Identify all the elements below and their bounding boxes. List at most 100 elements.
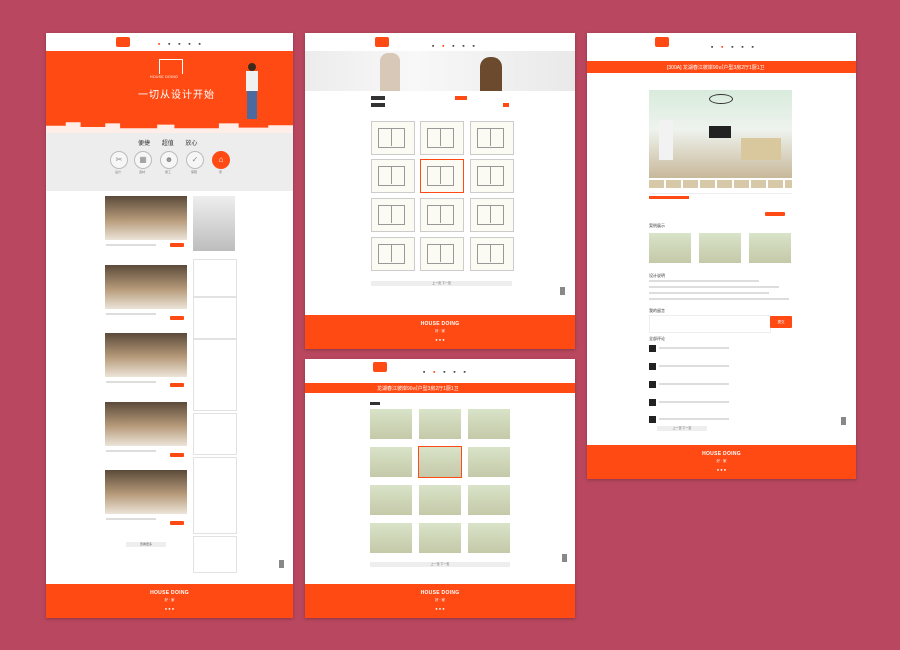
case-text-5: [106, 518, 156, 520]
case-thumb-1[interactable]: [105, 196, 187, 240]
back-to-top-button[interactable]: [279, 560, 284, 568]
step-label-home: 家: [219, 170, 223, 174]
related-thumb[interactable]: [699, 233, 741, 263]
brand-logo[interactable]: [116, 37, 130, 47]
footer-social-icons[interactable]: ● ● ●: [305, 606, 575, 611]
gallery-thumb[interactable]: [370, 447, 412, 477]
floorplan-card[interactable]: [371, 121, 415, 155]
brand-logo[interactable]: [375, 37, 389, 47]
design-text-line: [649, 286, 779, 288]
floorplan-card[interactable]: [371, 237, 415, 271]
comment-line: [659, 365, 729, 367]
footer-social-icons[interactable]: ● ● ●: [305, 337, 575, 342]
floorplan-card[interactable]: [371, 159, 415, 193]
hero-logo-text: HOUSE DOING: [150, 75, 179, 79]
sidebar-questions-box: [193, 413, 237, 455]
gallery-pager[interactable]: 上一页 下一页: [370, 562, 510, 567]
case-button-1[interactable]: [170, 243, 184, 247]
detail-info-box: [649, 193, 792, 220]
floorplan-card[interactable]: [420, 237, 464, 271]
gallery-tab[interactable]: [370, 402, 380, 405]
related-thumb[interactable]: [649, 233, 691, 263]
gallery-thumb[interactable]: [468, 523, 510, 553]
avatar: [649, 399, 656, 406]
detail-main-photo[interactable]: [649, 90, 792, 178]
floorplan-pager[interactable]: 上一页 下一页: [371, 281, 512, 286]
detail-related-heading: 案例展示: [649, 223, 665, 228]
sidebar-app-box: [193, 259, 237, 297]
avatar: [649, 381, 656, 388]
case-thumb-3[interactable]: [105, 333, 187, 377]
gallery-thumb[interactable]: [370, 523, 412, 553]
brand-logo[interactable]: [655, 37, 669, 47]
case-text-2: [106, 313, 156, 315]
step-label-material: 选材: [139, 170, 146, 174]
comments-heading: 全部评论: [649, 336, 665, 341]
case-button-2[interactable]: [170, 316, 184, 320]
detail-nav-links[interactable]: ■ ■ ■ ■ ■: [711, 45, 762, 49]
detail-thumb-strip[interactable]: [649, 180, 792, 188]
sidebar-partners-box: [193, 536, 237, 573]
design-text-line: [649, 292, 769, 294]
feature-assured: 放心: [185, 141, 198, 147]
comment-line: [659, 418, 729, 420]
gallery-thumb[interactable]: [468, 409, 510, 439]
step-label-design: 设计: [115, 170, 122, 174]
gallery-thumb[interactable]: [468, 485, 510, 515]
message-textarea[interactable]: [649, 315, 771, 333]
tools-icon[interactable]: ✂: [110, 151, 128, 169]
gallery-thumb-selected[interactable]: [418, 446, 462, 478]
back-to-top-button[interactable]: [560, 287, 565, 295]
floorplan-card[interactable]: [420, 121, 464, 155]
back-to-top-button[interactable]: [562, 554, 567, 562]
detail-page-panel: ■ ■ ■ ■ ■ [300A] 龙湖春江彼岸90㎡户型3房2厅1厨1卫 案例展示 设计…: [587, 33, 856, 479]
floorplan-card[interactable]: [420, 198, 464, 232]
case-button-5[interactable]: [170, 521, 184, 525]
case-thumb-5[interactable]: [105, 470, 187, 514]
case-button-4[interactable]: [170, 453, 184, 457]
back-to-top-button[interactable]: [841, 417, 846, 425]
gallery-title: 龙湖春江彼岸90㎡户型3房2厅1厨1卫: [377, 386, 459, 392]
floorplan-card[interactable]: [470, 121, 514, 155]
gallery-nav: ■ ■ ■ ■ ■: [305, 359, 575, 377]
case-thumb-4[interactable]: [105, 402, 187, 446]
gallery-thumb[interactable]: [370, 485, 412, 515]
avatar: [649, 345, 656, 352]
comments-pager[interactable]: 上一页 下一页: [657, 426, 707, 431]
case-thumb-2[interactable]: [105, 265, 187, 309]
gallery-thumb[interactable]: [419, 485, 461, 515]
gallery-page-panel: ■ ■ ■ ■ ■ 龙湖春江彼岸90㎡户型3房2厅1厨1卫 上一页 下一页 HOUSE …: [305, 359, 575, 618]
submit-message-button[interactable]: 提交: [770, 316, 792, 328]
floorplan-card[interactable]: [470, 159, 514, 193]
brand-logo[interactable]: [373, 362, 387, 372]
floorplan-page-panel: ■ ■ ■ ■ ■ 上一页 下一页 HOUSE DOING 好 · 家 ● ● ●: [305, 33, 575, 349]
step-label-guarantee: 保障: [191, 170, 198, 174]
related-thumb[interactable]: [749, 233, 791, 263]
floorplan-card-selected[interactable]: [420, 159, 464, 193]
floorplan-card[interactable]: [470, 237, 514, 271]
floorplan-nav-links[interactable]: ■ ■ ■ ■ ■: [432, 44, 483, 48]
gallery-thumb[interactable]: [370, 409, 412, 439]
filter-bar[interactable]: [371, 96, 511, 108]
home-more-link[interactable]: 查看更多: [126, 542, 166, 547]
floorplan-card[interactable]: [470, 198, 514, 232]
case-button-3[interactable]: [170, 383, 184, 387]
features-section: 便捷 超值 放心 ✂ ▦ ☻ ✓ ⌂ 设计 选材 施工 保障 家: [46, 133, 293, 191]
gallery-thumb[interactable]: [419, 523, 461, 553]
gallery-nav-links[interactable]: ■ ■ ■ ■ ■: [423, 370, 474, 374]
case-text-3: [106, 381, 156, 383]
grid-icon[interactable]: ▦: [134, 151, 152, 169]
shield-icon[interactable]: ✓: [186, 151, 204, 169]
sidebar-promo-image[interactable]: [193, 196, 235, 251]
worker-icon[interactable]: ☻: [160, 151, 178, 169]
detail-title-bar: [300A] 龙湖春江彼岸90㎡户型3房2厅1厨1卫: [587, 61, 856, 73]
floorplan-card[interactable]: [371, 198, 415, 232]
gallery-thumb[interactable]: [468, 447, 510, 477]
footer-social-icons[interactable]: ● ● ●: [46, 606, 293, 611]
feature-convenient: 便捷: [138, 141, 151, 147]
gallery-thumb[interactable]: [419, 409, 461, 439]
footer-social-icons[interactable]: ● ● ●: [587, 467, 856, 472]
detail-book-button[interactable]: [765, 212, 785, 216]
home-nav-links[interactable]: ■ ■ ■ ■ ■: [158, 42, 209, 46]
house-icon[interactable]: ⌂: [212, 151, 230, 169]
